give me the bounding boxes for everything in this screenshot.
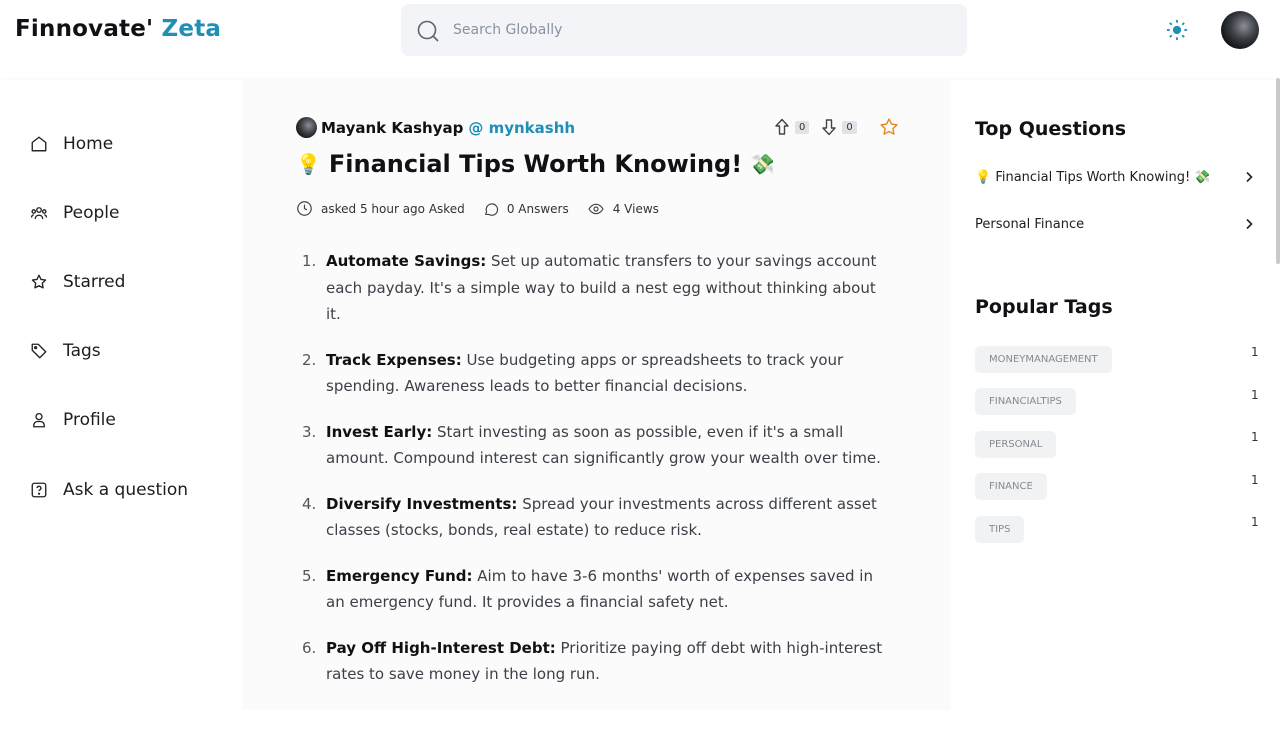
top-question-item[interactable]: Personal Finance [975, 212, 1255, 236]
sidebar-item-home[interactable]: Home [30, 129, 113, 159]
right-sidebar: Top Questions 💡 Financial Tips Worth Kno… [952, 80, 1280, 710]
tag-count: 1 [1251, 473, 1259, 487]
people-icon [30, 207, 48, 220]
sidebar-item-label: Tags [63, 341, 101, 361]
question-meta: asked 5 hour ago Asked 0 Answers 4 Views [296, 200, 677, 217]
upvote-count: 0 [795, 120, 810, 134]
downvote-icon[interactable] [821, 118, 837, 136]
top-header: Finnovate' Zeta [0, 0, 1280, 78]
question-author[interactable]: Mayank Kashyap @ mynkashh [296, 117, 575, 138]
search-input[interactable] [453, 18, 933, 42]
list-item: 1. Automate Savings: Set up automatic tra… [302, 248, 894, 328]
author-avatar [296, 117, 317, 138]
tag-chip[interactable]: PERSONAL [975, 431, 1057, 458]
tip-title: Track Expenses: [326, 350, 462, 369]
answers-meta: 0 Answers [483, 201, 569, 217]
page-scrollbar[interactable] [1276, 78, 1280, 264]
downvote-count: 0 [842, 120, 857, 134]
tag-chip[interactable]: FINANCIALTIPS [975, 388, 1076, 415]
tag-chip[interactable]: MONEYMANAGEMENT [975, 346, 1112, 373]
sun-icon[interactable] [1166, 19, 1188, 41]
list-item: 5. Emergency Fund: Aim to have 3-6 months… [302, 563, 894, 616]
clock-icon [297, 201, 312, 216]
list-number: 1. [302, 252, 317, 270]
list-number: 3. [302, 422, 317, 441]
views-meta: 4 Views [587, 201, 659, 217]
popular-tags-heading: Popular Tags [975, 296, 1113, 318]
chevron-right-icon [1246, 218, 1253, 230]
list-item: 4. Diversify Investments: Spread your inv… [302, 491, 894, 544]
sidebar-item-tags[interactable]: Tags [30, 336, 101, 366]
tag-count: 1 [1251, 345, 1259, 359]
tag-chip[interactable]: FINANCE [975, 473, 1047, 500]
question-title: 💡 Financial Tips Worth Knowing! 💸 [296, 150, 775, 178]
author-name: Mayank Kashyap [321, 118, 464, 137]
top-question-label: Personal Finance [975, 216, 1085, 232]
top-questions-heading: Top Questions [975, 118, 1127, 140]
asked-time: asked 5 hour ago Asked [321, 201, 465, 216]
tip-title: Pay Off High-Interest Debt: [326, 638, 556, 657]
sidebar-item-profile[interactable]: Profile [30, 405, 116, 435]
upvote-icon[interactable] [774, 118, 790, 136]
answers-count: 0 Answers [506, 201, 569, 216]
sidebar-item-label: Home [63, 134, 114, 154]
top-question-item[interactable]: 💡 Financial Tips Worth Knowing! 💸 [975, 165, 1255, 189]
list-item: 3. Invest Early: Start investing as soon … [302, 419, 894, 472]
lightbulb-emoji: 💡 [296, 152, 321, 176]
sidebar-item-label: Ask a question [63, 480, 189, 500]
list-number: 4. [302, 494, 317, 513]
money-emoji: 💸 [750, 152, 776, 176]
star-icon[interactable] [879, 117, 899, 137]
tag-count: 1 [1251, 430, 1259, 444]
tip-title: Automate Savings: [326, 252, 487, 270]
question-detail: Mayank Kashyap @ mynkashh 0 0 💡 Financia… [243, 80, 951, 710]
sidebar: Home People Starred Tags Profile Ask a q… [0, 80, 242, 710]
tag-icon [31, 343, 47, 359]
brand-name: Finnovate' [15, 16, 154, 42]
vote-controls: 0 0 [774, 118, 869, 136]
tips-list: 1. Automate Savings: Set up automatic tra… [302, 248, 894, 688]
asked-meta: asked 5 hour ago Asked [296, 200, 465, 217]
message-icon [484, 202, 498, 216]
views-count: 4 Views [612, 201, 659, 216]
list-number: 5. [302, 566, 317, 585]
tip-title: Diversify Investments: [326, 494, 518, 513]
sidebar-item-people[interactable]: People [30, 198, 119, 228]
star-icon [31, 274, 47, 289]
list-item: 2. Track Expenses: Use budgeting apps or … [302, 347, 894, 400]
question-title-text: Financial Tips Worth Knowing! [328, 150, 743, 178]
question-icon [31, 482, 47, 498]
sidebar-item-ask-question[interactable]: Ask a question [30, 475, 188, 505]
brand-accent: Zeta [161, 16, 222, 42]
top-question-label: 💡 Financial Tips Worth Knowing! 💸 [975, 169, 1211, 185]
home-icon [31, 136, 47, 152]
tip-title: Invest Early: [326, 422, 433, 441]
sidebar-item-label: Profile [63, 410, 116, 430]
list-number: 2. [302, 350, 317, 369]
chevron-right-icon [1246, 171, 1253, 183]
list-number: 6. [302, 638, 317, 657]
sidebar-item-label: People [63, 203, 120, 223]
user-icon [33, 412, 45, 428]
tip-title: Emergency Fund: [326, 566, 473, 585]
list-item: 6. Pay Off High-Interest Debt: Prioritize… [302, 635, 894, 688]
tag-count: 1 [1251, 388, 1259, 402]
global-search [401, 4, 967, 56]
sidebar-item-starred[interactable]: Starred [30, 267, 125, 297]
tag-chip[interactable]: TIPS [975, 516, 1025, 543]
author-handle: @ mynkashh [468, 118, 576, 137]
avatar[interactable] [1221, 11, 1259, 49]
sidebar-item-label: Starred [63, 272, 126, 292]
brand-logo[interactable]: Finnovate' Zeta [15, 16, 221, 42]
search-icon [417, 20, 439, 42]
question-body: 1. Automate Savings: Set up automatic tra… [302, 248, 894, 707]
eye-icon [588, 203, 604, 214]
tag-count: 1 [1251, 515, 1259, 529]
